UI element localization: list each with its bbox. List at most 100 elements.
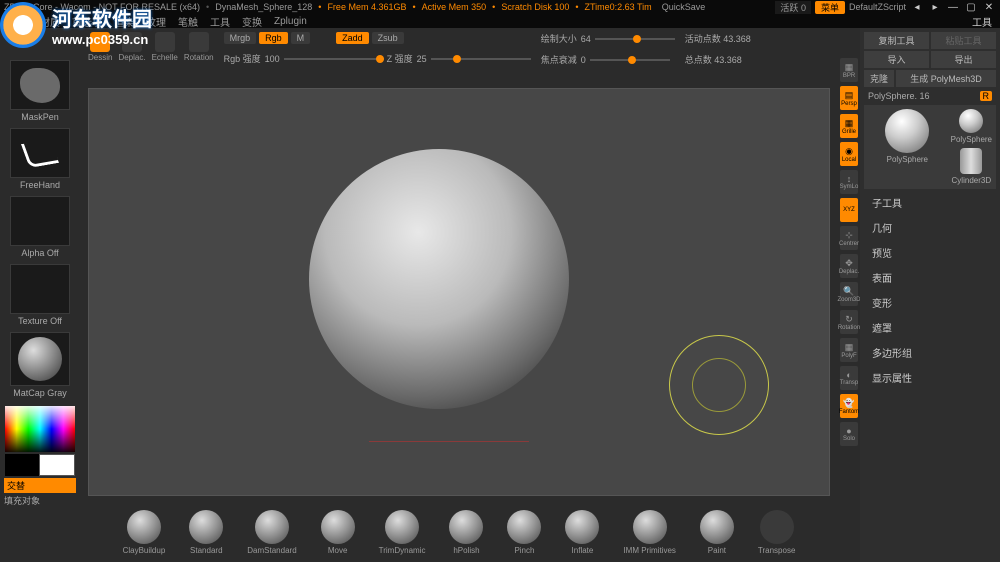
close-icon[interactable]: ✕ [982,2,996,13]
menu-item[interactable]: 材质 [40,14,60,29]
menu-item[interactable]: 笔触 [178,14,198,29]
free-mem: Free Mem 4.361GB [327,2,406,12]
next-icon[interactable]: ▸ [928,2,942,13]
focal-shift-slider[interactable]: 焦点衰减 0 [541,53,675,66]
make-polymesh-button[interactable]: 生成 PolyMesh3D [896,70,996,87]
local-button[interactable]: ◉Local [840,142,858,166]
section-polygroups[interactable]: 多边形组 [864,341,996,364]
section-surface[interactable]: 表面 [864,266,996,289]
scratch-disk: Scratch Disk 100 [501,2,569,12]
tool-cylinder3d[interactable]: Cylinder3D [951,148,992,185]
app-title: ZBrushCore - Wacom - NOT FOR RESALE (x64… [4,2,200,12]
brush-paint[interactable]: Paint [700,510,734,555]
brush-transpose[interactable]: Transpose [758,510,796,555]
menu-item[interactable]: Zplugin [274,16,307,27]
top-controls: Dessin Deplac. Echelle Rotation Mrgb Rgb… [80,28,838,82]
zadd-button[interactable]: Zadd [336,32,369,44]
brush-label: MaskPen [21,112,59,122]
material-thumb[interactable] [10,332,70,386]
alpha-thumb[interactable] [10,196,70,246]
section-geometry[interactable]: 几何 [864,216,996,239]
section-subtool[interactable]: 子工具 [864,191,996,214]
stroke-thumb[interactable] [10,128,70,178]
zoom3d-button[interactable]: 🔍Zoom3D [840,282,858,306]
brush-imm[interactable]: IMM Primitives [623,510,675,555]
z-intensity-slider[interactable]: Z 强度 25 [387,52,531,65]
xyz-button[interactable]: XYZ [840,198,858,222]
grille-button[interactable]: ▦Grille [840,114,858,138]
polyf-button[interactable]: ▦PolyF [840,338,858,362]
section-preview[interactable]: 预览 [864,241,996,264]
titlebar: ZBrushCore - Wacom - NOT FOR RESALE (x64… [0,0,1000,14]
menu-button[interactable]: 菜单 [815,1,845,14]
brush-inflate[interactable]: Inflate [565,510,599,555]
menu-item[interactable]: 灯光 [8,14,28,29]
section-deform[interactable]: 变形 [864,291,996,314]
texture-label: Texture Off [18,316,62,326]
ztime: ZTime0:2.63 Tim [585,2,652,12]
right-rail: ▦BPR ▤Persp ▦Grille ◉Local ↕SymLo XYZ ⊹C… [838,28,860,562]
tool-panel-title: 工具 [972,14,992,29]
menu-item[interactable]: 变换 [242,14,262,29]
brush-thumb[interactable] [10,60,70,110]
solo-button[interactable]: ●Solo [840,422,858,446]
color-picker[interactable] [5,406,75,452]
mode-rotation[interactable]: Rotation [184,32,214,62]
symlo-button[interactable]: ↕SymLo [840,170,858,194]
brush-pinch[interactable]: Pinch [507,510,541,555]
bpr-button[interactable]: ▦BPR [840,58,858,82]
restore-button[interactable]: R [980,91,993,101]
fantom-button[interactable]: 👻Fantom [840,394,858,418]
total-points: 总点数 43.368 [685,53,751,66]
copy-tool-button[interactable]: 复制工具 [864,32,929,49]
brush-damstandard[interactable]: DamStandard [247,510,296,555]
viewport[interactable] [88,88,830,496]
alpha-label: Alpha Off [21,248,58,258]
brush-hpolish[interactable]: hPolish [449,510,483,555]
import-button[interactable]: 导入 [864,51,929,68]
brush-shelf: ClayBuildup Standard DamStandard Move Tr… [80,502,838,562]
section-mask[interactable]: 遮罩 [864,316,996,339]
paste-tool-button[interactable]: 粘贴工具 [931,32,996,49]
swatch-black[interactable] [5,454,39,476]
centrer-button[interactable]: ⊹Centrer [840,226,858,250]
persp-button[interactable]: ▤Persp [840,86,858,110]
zsub-button[interactable]: Zsub [372,32,404,44]
export-button[interactable]: 导出 [931,51,996,68]
mode-deplac[interactable]: Deplac. [118,32,145,62]
prev-icon[interactable]: ◂ [910,2,924,13]
min-icon[interactable]: — [946,2,960,13]
brush-move[interactable]: Move [321,510,355,555]
menu-item[interactable]: 纹理 [146,14,166,29]
menu-item[interactable]: 首选项 [72,14,102,29]
tool-palette: PolySphere PolySphere Cylinder3D [864,105,996,189]
swatch-white[interactable] [39,454,75,476]
max-icon[interactable]: ▢ [964,2,978,13]
clone-button[interactable]: 克隆 [864,70,894,87]
fill-toggle[interactable]: 交替 [4,478,76,493]
mrgb-button[interactable]: Mrgb [224,32,257,44]
mode-dessin[interactable]: Dessin [88,32,112,62]
menu-item[interactable]: 工具 [210,14,230,29]
brush-trimdynamic[interactable]: TrimDynamic [379,510,426,555]
texture-thumb[interactable] [10,264,70,314]
m-button[interactable]: M [291,32,311,44]
draw-size-slider[interactable]: 绘制大小 64 [541,32,675,45]
rgb-intensity-slider[interactable]: Rgb 强度 100 [224,52,384,65]
transp-button[interactable]: ◐Transp [840,366,858,390]
rgb-button[interactable]: Rgb [259,32,288,44]
deplac-button[interactable]: ✥Deplac. [840,254,858,278]
script-name: DefaultZScript [849,2,906,12]
fill-label: 填充对象 [4,494,76,507]
section-display[interactable]: 显示属性 [864,366,996,389]
rotation-button[interactable]: ↻Rotation [840,310,858,334]
brush-standard[interactable]: Standard [189,510,223,555]
tool-polysphere-active[interactable]: PolySphere [868,109,947,185]
color-swatches[interactable] [5,454,75,476]
menu-item[interactable]: 渲染 [114,14,134,29]
quicksave-button[interactable]: QuickSave [662,2,706,12]
mode-echelle[interactable]: Echelle [152,32,178,62]
brush-claybuildup[interactable]: ClayBuildup [123,510,166,555]
material-label: MatCap Gray [13,388,67,398]
tool-polysphere[interactable]: PolySphere [951,109,992,144]
